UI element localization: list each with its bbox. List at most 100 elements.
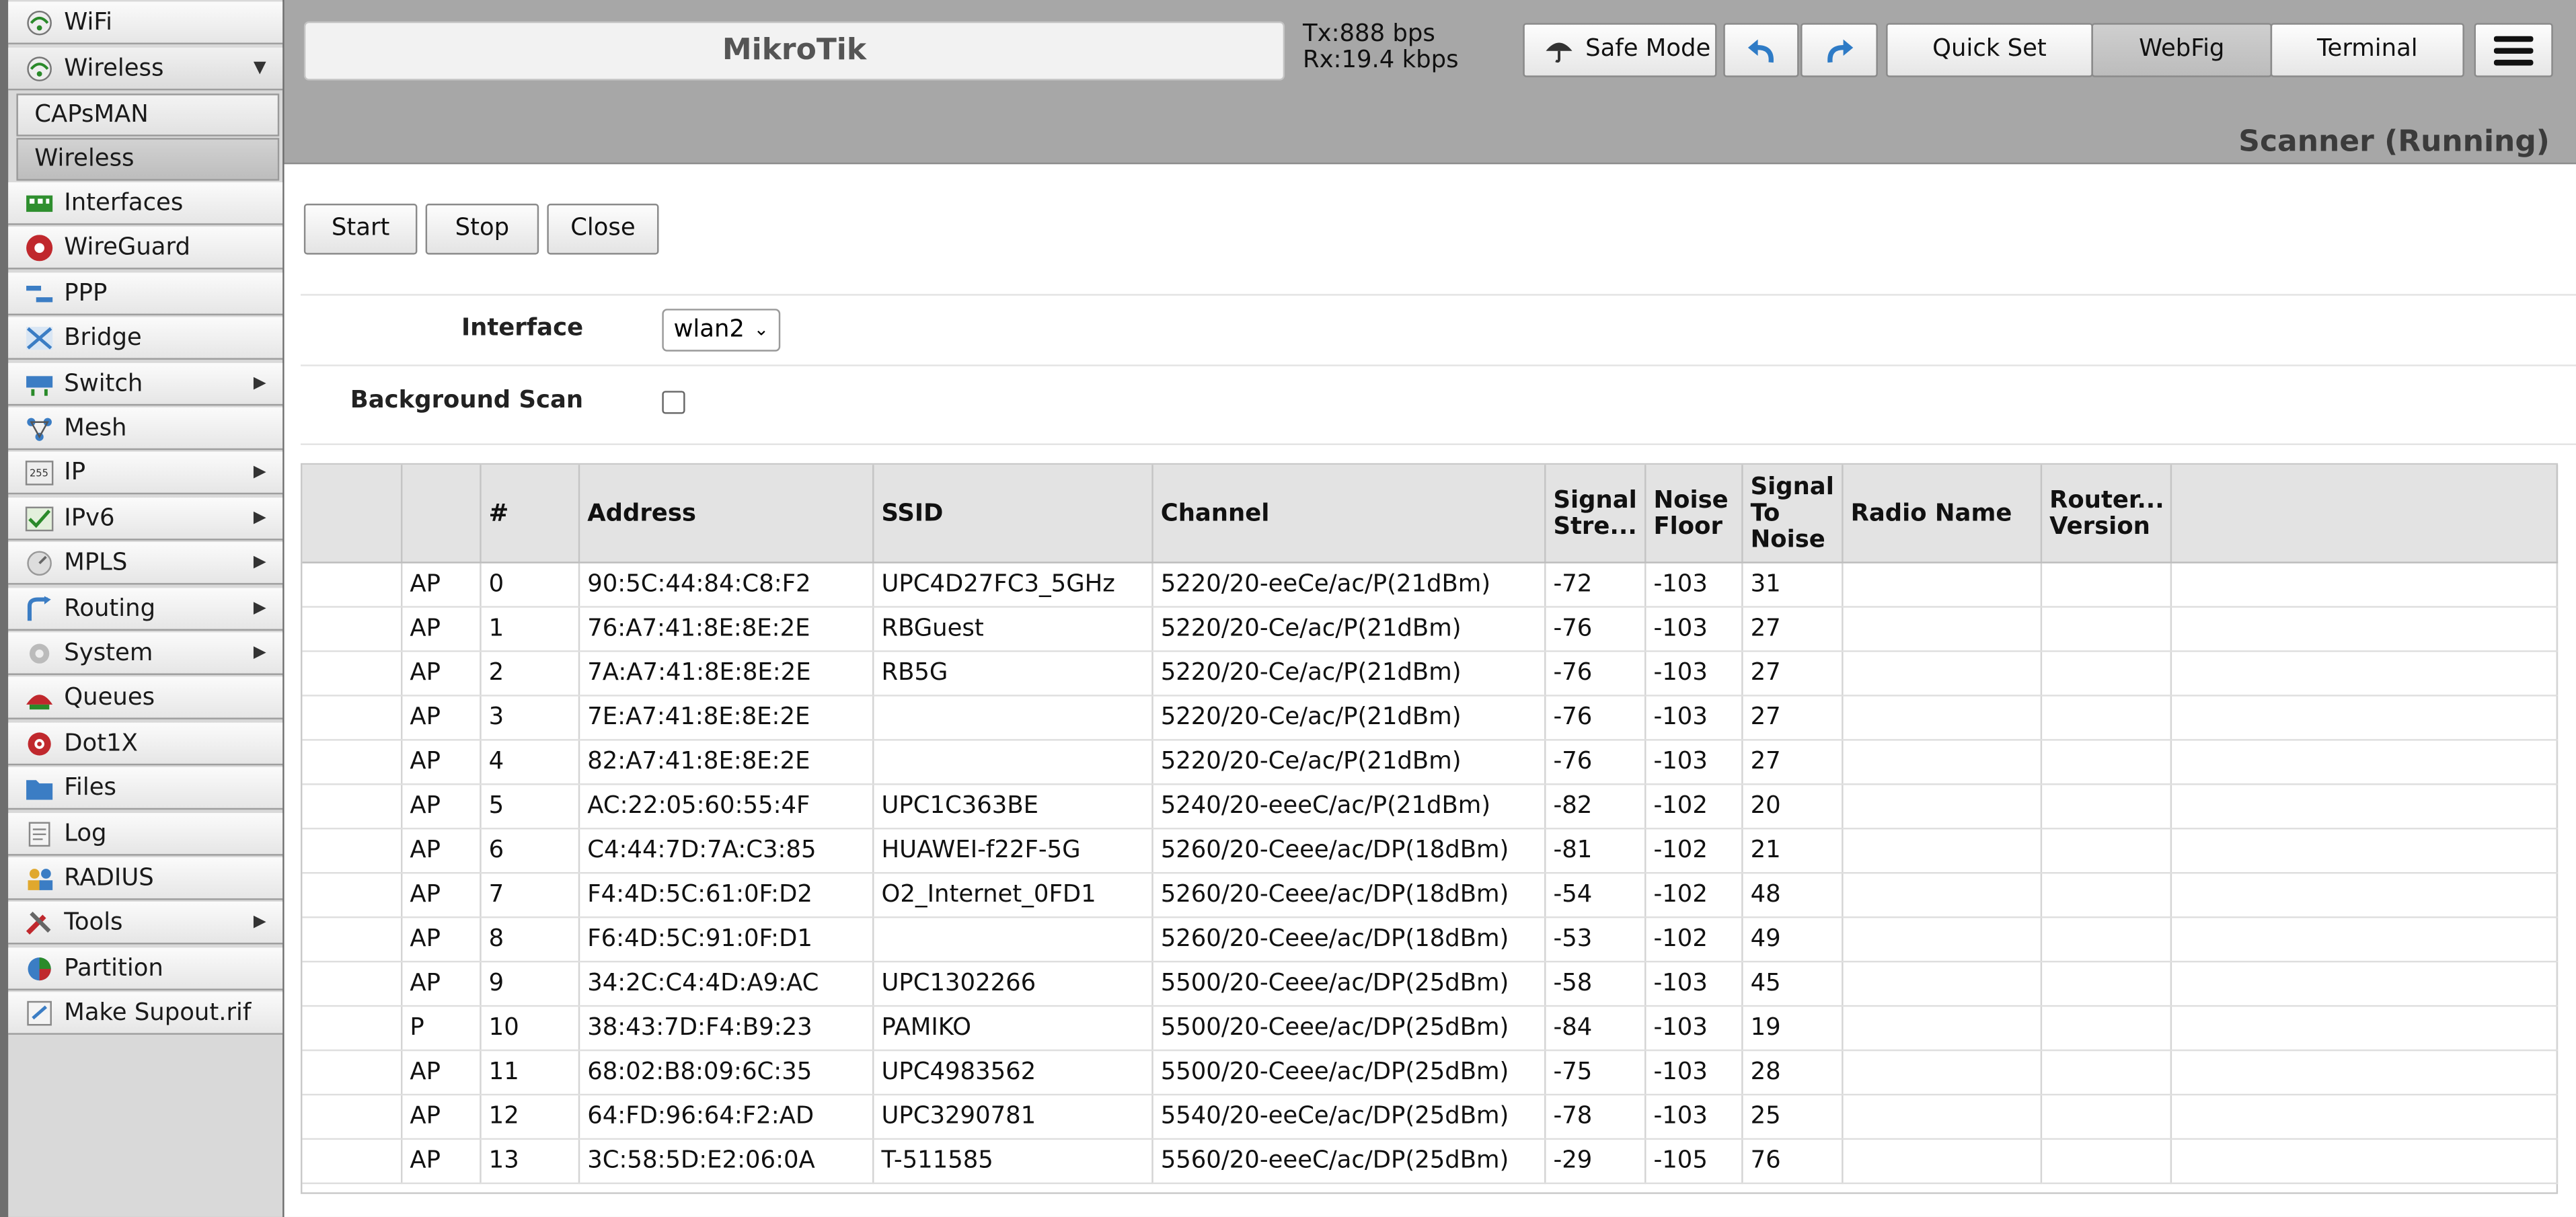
table-cell: 48	[1741, 873, 1843, 918]
wireguard-icon	[26, 235, 53, 262]
sidebar-item-interfaces[interactable]: Interfaces	[8, 182, 283, 225]
table-cell: 5220/20-Ce/ac/P(21dBm)	[1151, 740, 1546, 785]
table-row[interactable]: AP 11 68:02:B8:09:6C:35 UPC4983562 5500/20-C…	[302, 1050, 2557, 1096]
table-row[interactable]: AP 2 7A:A7:41:8E:8E:2E RB5G 5220/20-Ce/ac/P(…	[302, 651, 2557, 697]
column-header[interactable]: Signal Stre...	[1544, 465, 1646, 563]
sidebar-item-routing[interactable]: Routing ▶	[8, 587, 283, 630]
table-cell: UPC4983562	[872, 1050, 1153, 1096]
column-header[interactable]: Router... Version	[2040, 465, 2171, 563]
column-header[interactable]: SSID	[872, 465, 1153, 563]
sidebar-item-tools[interactable]: Tools ▶	[8, 902, 283, 945]
sidebar-item-switch[interactable]: Switch ▶	[8, 362, 283, 405]
sidebar-item-system[interactable]: System ▶	[8, 632, 283, 675]
sidebar-item-wireguard[interactable]: WireGuard	[8, 227, 283, 270]
table-row[interactable]: AP 6 C4:44:7D:7A:C3:85 HUAWEI-f22F-5G 5260/2…	[302, 828, 2557, 874]
table-cell	[1842, 961, 2041, 1007]
undo-button[interactable]	[1723, 23, 1799, 77]
table-cell: 5260/20-Ceee/ac/DP(18dBm)	[1151, 873, 1546, 918]
table-cell: 27	[1741, 695, 1843, 741]
chevron-right-icon: ▶	[253, 463, 266, 482]
table-cell: 5240/20-eeeC/ac/P(21dBm)	[1151, 784, 1546, 830]
terminal-button[interactable]: Terminal	[2270, 23, 2464, 77]
table-cell	[2040, 562, 2171, 608]
sidebar-item-mesh[interactable]: Mesh	[8, 407, 283, 450]
queues-icon	[26, 695, 53, 711]
table-cell	[2040, 651, 2171, 697]
sidebar-item-label: IP	[64, 460, 86, 487]
table-cell	[302, 1050, 402, 1096]
close-button[interactable]: Close	[547, 203, 659, 255]
sidebar-item-label: WireGuard	[64, 235, 190, 262]
table-cell	[1842, 1006, 2041, 1052]
menu-button[interactable]	[2474, 23, 2553, 77]
column-header[interactable]	[302, 465, 402, 563]
table-row[interactable]: AP 13 3C:58:5D:E2:06:0A T-511585 5560/20-eee…	[302, 1138, 2557, 1185]
table-cell	[302, 651, 402, 697]
table-row[interactable]: AP 0 90:5C:44:84:C8:F2 UPC4D27FC3_5GHz 5220/…	[302, 562, 2557, 608]
column-header[interactable]: Noise Floor	[1644, 465, 1743, 563]
column-header[interactable]: Signal To Noise	[1741, 465, 1843, 563]
chevron-right-icon: ▶	[253, 508, 266, 527]
table-row[interactable]: AP 4 82:A7:41:8E:8E:2E 5220/20-Ce/ac/P(21dB…	[302, 740, 2557, 785]
stop-button[interactable]: Stop	[425, 203, 539, 255]
table-cell	[2170, 695, 2557, 741]
redo-button[interactable]	[1801, 23, 1878, 77]
background-scan-checkbox[interactable]	[662, 391, 685, 414]
table-cell: -103	[1644, 1094, 1743, 1140]
table-row[interactable]: AP 7 F4:4D:5C:61:0F:D2 O2_Internet_0FD1 5260…	[302, 873, 2557, 918]
column-header[interactable]	[2170, 465, 2557, 563]
sidebar-item-ip[interactable]: 255 IP ▶	[8, 452, 283, 496]
table-cell: 19	[1741, 1006, 1843, 1052]
sidebar-item-make-supout-rif[interactable]: Make Supout.rif	[8, 992, 283, 1035]
sidebar-item-log[interactable]: Log	[8, 812, 283, 855]
webfig-button[interactable]: WebFig	[2091, 23, 2273, 77]
table-row[interactable]: AP 9 34:2C:C4:4D:A9:AC UPC1302266 5500/20-Ce…	[302, 961, 2557, 1007]
table-cell	[2170, 1050, 2557, 1096]
sidebar-item-files[interactable]: Files	[8, 767, 283, 810]
wireless-icon	[27, 56, 52, 81]
submenu-item-wireless[interactable]: Wireless	[16, 138, 280, 181]
table-row[interactable]: AP 1 76:A7:41:8E:8E:2E RBGuest 5220/20-Ce/ac…	[302, 606, 2557, 652]
svg-text:255: 255	[30, 468, 48, 479]
sidebar-item-queues[interactable]: Queues	[8, 677, 283, 720]
column-header[interactable]: #	[480, 465, 580, 563]
interface-select[interactable]: wlan2 ⌄	[662, 309, 781, 352]
table-cell	[302, 562, 402, 608]
safe-mode-button[interactable]: Safe Mode	[1523, 23, 1717, 77]
table-cell	[2040, 695, 2171, 741]
table-row[interactable]: P 10 38:43:7D:F4:B9:23 PAMIKO 5500/20-Ceee/a…	[302, 1006, 2557, 1052]
table-cell	[2040, 961, 2171, 1007]
submenu-item-capsman[interactable]: CAPsMAN	[16, 93, 280, 136]
table-row[interactable]: AP 8 F6:4D:5C:91:0F:D1 5260/20-Ceee/ac/DP(1…	[302, 917, 2557, 963]
table-cell: F6:4D:5C:91:0F:D1	[578, 917, 874, 963]
table-row[interactable]: AP 3 7E:A7:41:8E:8E:2E 5220/20-Ce/ac/P(21dB…	[302, 695, 2557, 741]
sidebar-item-dot1x[interactable]: Dot1X	[8, 722, 283, 765]
sidebar-item-bridge[interactable]: Bridge	[8, 317, 283, 360]
sidebar-item-ppp[interactable]: PPP	[8, 272, 283, 315]
sidebar-item-label: PPP	[64, 280, 108, 307]
column-header-label: Noise Floor	[1653, 487, 1729, 540]
quick-set-button[interactable]: Quick Set	[1886, 23, 2093, 77]
sidebar-item-radius[interactable]: RADIUS	[8, 857, 283, 900]
start-button[interactable]: Start	[303, 203, 418, 255]
table-cell: 5500/20-Ceee/ac/DP(25dBm)	[1151, 961, 1546, 1007]
table-cell	[302, 1094, 402, 1140]
table-cell	[2170, 1094, 2557, 1140]
sidebar-item-ipv6[interactable]: IPv6 ▶	[8, 497, 283, 541]
column-header[interactable]: Channel	[1151, 465, 1546, 563]
table-cell: 38:43:7D:F4:B9:23	[578, 1006, 874, 1052]
table-cell: -103	[1644, 695, 1743, 741]
sidebar-item-partition[interactable]: Partition	[8, 947, 283, 990]
sidebar-item-mpls[interactable]: MPLS ▶	[8, 542, 283, 586]
column-header[interactable]: Radio Name	[1842, 465, 2041, 563]
sidebar-item-label: Interfaces	[64, 190, 184, 217]
table-cell: AP	[400, 828, 481, 874]
sidebar-item-wifi[interactable]: WiFi	[8, 1, 283, 44]
column-header[interactable]	[400, 465, 481, 563]
table-row[interactable]: AP 5 AC:22:05:60:55:4F UPC1C363BE 5240/20-ee…	[302, 784, 2557, 830]
table-cell: -81	[1544, 828, 1646, 874]
switch-icon	[26, 375, 53, 395]
sidebar-item-wireless[interactable]: Wireless ▼	[8, 47, 283, 91]
table-row[interactable]: AP 12 64:FD:96:64:F2:AD UPC3290781 5540/20-e…	[302, 1094, 2557, 1140]
column-header[interactable]: Address	[578, 465, 874, 563]
